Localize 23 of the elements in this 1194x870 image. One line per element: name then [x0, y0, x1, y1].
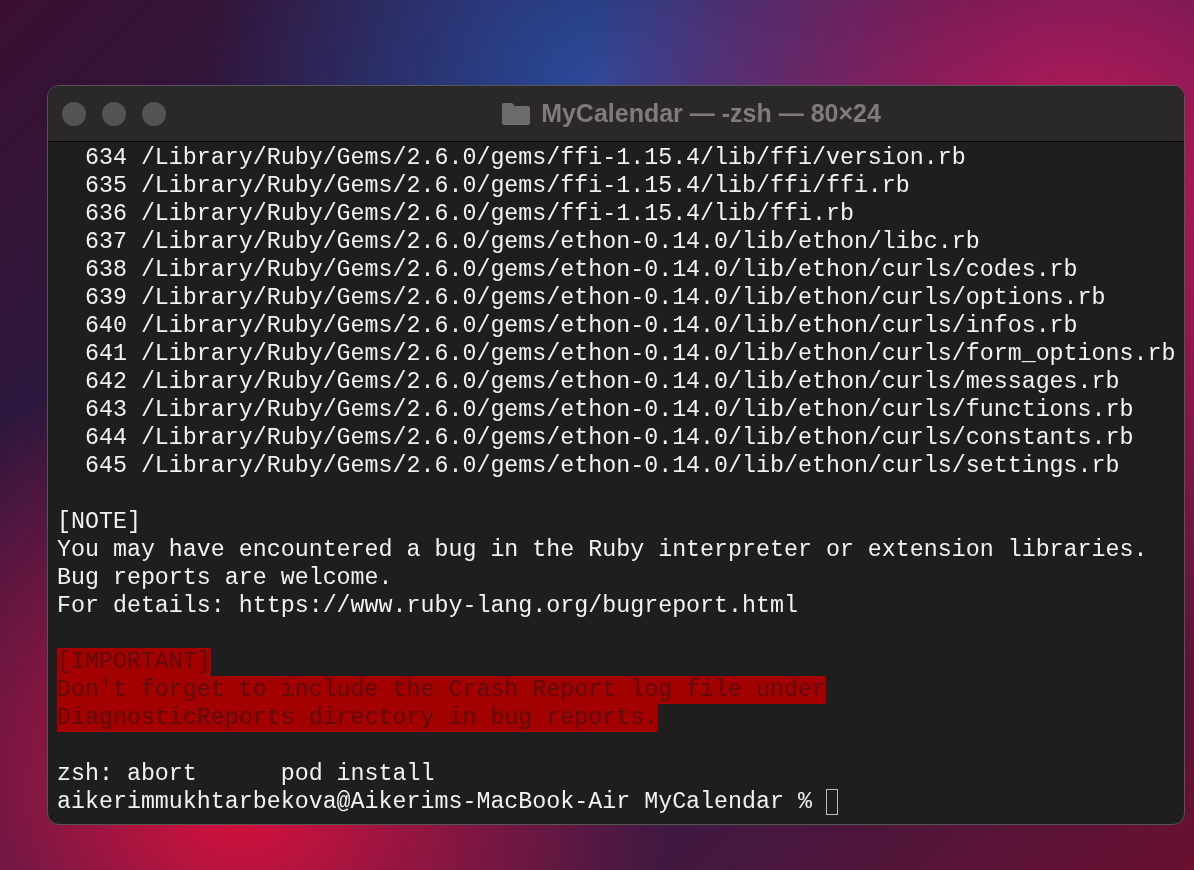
output-line: For details: https://www.ruby-lang.org/bugreport.html [57, 592, 798, 620]
output-line: 638 /Library/Ruby/Gems/2.6.0/gems/ethon-0.14.0/lib/ethon/curls/codes.rb [83, 256, 1078, 284]
window-title: MyCalendar — -zsh — 80×24 [541, 99, 881, 128]
output-line: 645 /Library/Ruby/Gems/2.6.0/gems/ethon-0.14.0/lib/ethon/curls/settings.rb [83, 452, 1120, 480]
output-line: 634 /Library/Ruby/Gems/2.6.0/gems/ffi-1.15.4/lib/ffi/version.rb [83, 144, 966, 172]
output-line: zsh: abort pod install [57, 760, 435, 788]
output-line: 644 /Library/Ruby/Gems/2.6.0/gems/ethon-0.14.0/lib/ethon/curls/constants.rb [83, 424, 1134, 452]
output-line: 642 /Library/Ruby/Gems/2.6.0/gems/ethon-0.14.0/lib/ethon/curls/messages.rb [83, 368, 1120, 396]
output-line: 640 /Library/Ruby/Gems/2.6.0/gems/ethon-0.14.0/lib/ethon/curls/infos.rb [83, 312, 1078, 340]
output-line: 636 /Library/Ruby/Gems/2.6.0/gems/ffi-1.15.4/lib/ffi.rb [83, 200, 854, 228]
output-line: 641 /Library/Ruby/Gems/2.6.0/gems/ethon-0.14.0/lib/ethon/curls/form_options.rb [83, 340, 1176, 368]
output-line: You may have encountered a bug in the Ruby interpreter or extension libraries. [57, 536, 1148, 564]
minimize-button[interactable] [102, 101, 126, 126]
folder-icon [501, 101, 532, 126]
output-line: Bug reports are welcome. [57, 564, 393, 592]
output-line: [NOTE] [57, 508, 141, 536]
output-line: 643 /Library/Ruby/Gems/2.6.0/gems/ethon-0.14.0/lib/ethon/curls/functions.rb [83, 396, 1134, 424]
output-line: aikerimmukhtarbekova@Aikerims-MacBook-Air MyCalendar % [57, 788, 813, 816]
close-button[interactable] [62, 101, 86, 126]
output-line: 635 /Library/Ruby/Gems/2.6.0/gems/ffi-1.15.4/lib/ffi/ffi.rb [83, 172, 910, 200]
zoom-button[interactable] [142, 101, 166, 126]
output-line: 637 /Library/Ruby/Gems/2.6.0/gems/ethon-0.14.0/lib/ethon/libc.rb [83, 228, 980, 256]
output-line: 639 /Library/Ruby/Gems/2.6.0/gems/ethon-0.14.0/lib/ethon/curls/options.rb [83, 284, 1106, 312]
